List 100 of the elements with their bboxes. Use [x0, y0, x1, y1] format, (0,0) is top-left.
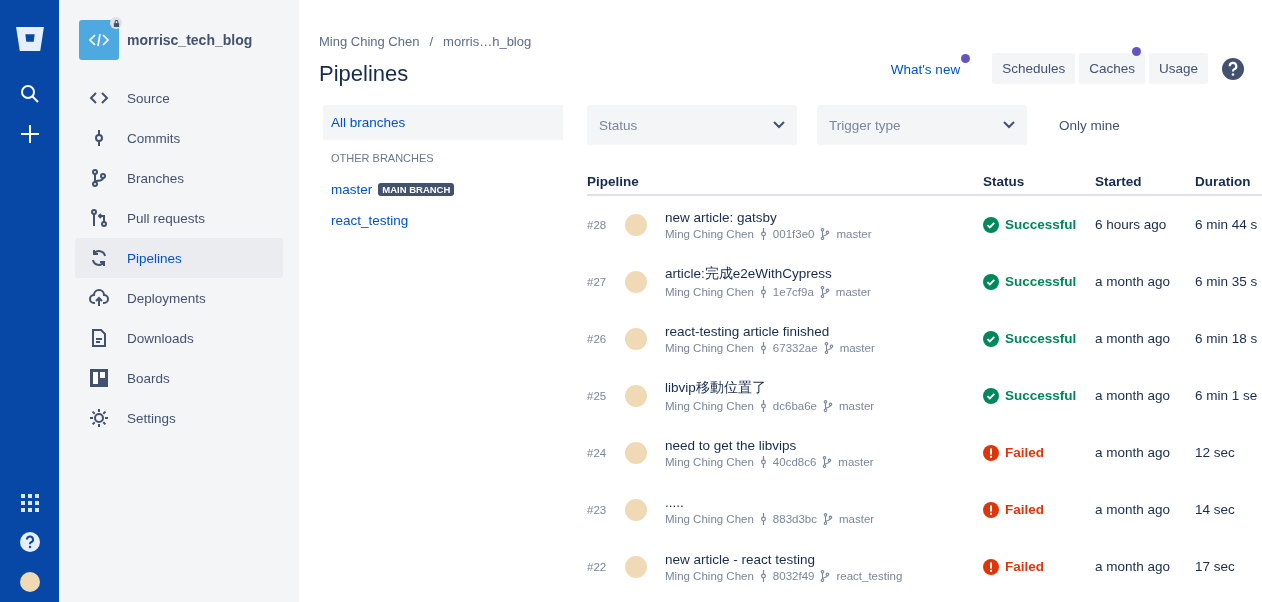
branch-icon [820, 227, 831, 240]
user-avatar[interactable] [19, 572, 40, 592]
branch-icon [819, 286, 830, 298]
user-avatar [625, 327, 647, 350]
pipeline-number: #27 [587, 275, 608, 288]
branch-link[interactable]: react_testing [331, 213, 409, 228]
commit-hash[interactable]: 001f3e0 [772, 227, 815, 240]
column-header: Started [1095, 174, 1143, 189]
branch-link[interactable]: master [331, 182, 373, 197]
author-name: Ming Ching Chen [665, 341, 754, 354]
status-label: Successful [1005, 217, 1077, 232]
branch-name[interactable]: react_testing [836, 569, 903, 582]
branch-icon [89, 168, 109, 188]
commit-hash[interactable]: dc6ba6e [772, 400, 817, 412]
commit-message[interactable]: ..... [665, 494, 875, 510]
repository-name[interactable]: morrisc_tech_blog [127, 32, 253, 48]
sidebar-item[interactable]: Commits [75, 118, 283, 158]
sidebar-item[interactable]: Pipelines [75, 238, 283, 278]
branch-name[interactable]: master [839, 341, 875, 354]
started-time: a month ago [1095, 388, 1172, 403]
duration: 6 min 44 s [1195, 217, 1258, 232]
duration: 12 sec [1195, 445, 1235, 460]
help-icon[interactable] [1222, 57, 1244, 80]
author-name: Ming Ching Chen [665, 227, 754, 240]
user-avatar [625, 384, 647, 407]
plus-icon[interactable] [19, 124, 40, 144]
commit-message[interactable]: article:完成e2eWithCypress [665, 265, 871, 283]
page-title: Pipelines [319, 61, 410, 87]
commit-hash[interactable]: 67332ae [772, 341, 818, 354]
dropdown-placeholder: Trigger type [829, 117, 901, 133]
breadcrumb-separator: / [429, 34, 434, 49]
main-branch-lozenge: MAIN BRANCH [378, 183, 455, 196]
commit-message[interactable]: new article: gatsby [665, 209, 872, 225]
pipeline-number: #25 [587, 389, 608, 402]
header-button[interactable]: Usage [1148, 53, 1208, 84]
refresh-icon [89, 248, 109, 268]
breadcrumb-link[interactable]: Ming Ching Chen [319, 34, 420, 49]
commit-message[interactable]: react-testing article finished [665, 323, 875, 339]
column-header: Pipeline [587, 174, 640, 189]
commit-hash[interactable]: 40cd8c6 [772, 455, 817, 468]
started-time: a month ago [1095, 274, 1172, 289]
sidebar-item[interactable]: Source [75, 78, 283, 118]
duration: 6 min 18 s [1195, 331, 1258, 346]
sidebar-item[interactable]: Settings [75, 398, 283, 438]
cloud-upload-icon [89, 288, 109, 308]
user-avatar [625, 441, 647, 464]
author-name: Ming Ching Chen [665, 455, 754, 468]
breadcrumb-link[interactable]: morris…h_blog [443, 34, 532, 49]
author-name: Ming Ching Chen [665, 400, 754, 412]
branch-icon [820, 569, 831, 582]
commit-message[interactable]: need to get the libvips [665, 437, 874, 453]
duration: 6 min 1 se [1195, 388, 1258, 403]
duration: 14 sec [1195, 502, 1235, 517]
sidebar-item[interactable]: Branches [75, 158, 283, 198]
started-time: a month ago [1095, 559, 1172, 574]
code-icon [89, 33, 109, 47]
commit-icon [759, 227, 767, 240]
user-avatar [625, 498, 647, 521]
whats-new-link[interactable]: What's new [882, 61, 989, 77]
header-button[interactable]: Caches [1079, 53, 1145, 84]
branch-name[interactable]: master [839, 512, 875, 525]
sidebar-item[interactable]: Deployments [75, 278, 283, 318]
help-icon[interactable] [19, 532, 40, 552]
commit-message[interactable]: new article - react testing [665, 551, 903, 567]
dropdown-placeholder: Status [599, 117, 638, 133]
branch-icon [823, 400, 833, 412]
pipeline-number: #28 [587, 218, 608, 231]
commit-icon [759, 569, 767, 582]
sidebar-item[interactable]: Boards [75, 358, 283, 398]
status-label: Successful [1005, 274, 1077, 289]
commit-icon [759, 512, 767, 525]
author-name: Ming Ching Chen [665, 512, 754, 525]
only-mine-toggle[interactable]: Only mine [1059, 117, 1120, 133]
status-label: Failed [1005, 502, 1044, 517]
commit-icon [759, 455, 767, 468]
header-button[interactable]: Schedules [992, 53, 1076, 84]
sidebar-item[interactable]: Pull requests [75, 198, 283, 238]
commit-icon [759, 341, 767, 354]
commit-hash[interactable]: 883d3bc [772, 512, 817, 525]
all-branches-item[interactable]: All branches [323, 105, 563, 140]
pipeline-number: #23 [587, 503, 608, 516]
commit-hash[interactable]: 8032f49 [772, 569, 815, 582]
branch-name[interactable]: master [838, 455, 874, 468]
chevron-down-icon [1003, 121, 1015, 129]
bucket-logo-icon[interactable] [14, 26, 45, 52]
commit-hash[interactable]: 1e7cf9a [772, 286, 814, 298]
search-icon[interactable] [19, 84, 40, 104]
user-avatar [625, 555, 647, 578]
branch-name[interactable]: master [835, 286, 871, 298]
branch-icon [822, 455, 833, 468]
branch-name[interactable]: master [836, 227, 872, 240]
status-label: Failed [1005, 559, 1044, 574]
branch-name[interactable]: master [839, 400, 875, 412]
branch-icon [823, 341, 834, 354]
filter-dropdown[interactable]: Trigger type [817, 105, 1027, 145]
sidebar-item[interactable]: Downloads [75, 318, 283, 358]
status-label: Successful [1005, 331, 1077, 346]
commit-message[interactable]: libvip移動位置了 [665, 379, 875, 397]
app-grid-icon[interactable] [20, 494, 39, 512]
pipeline-number: #24 [587, 446, 608, 459]
